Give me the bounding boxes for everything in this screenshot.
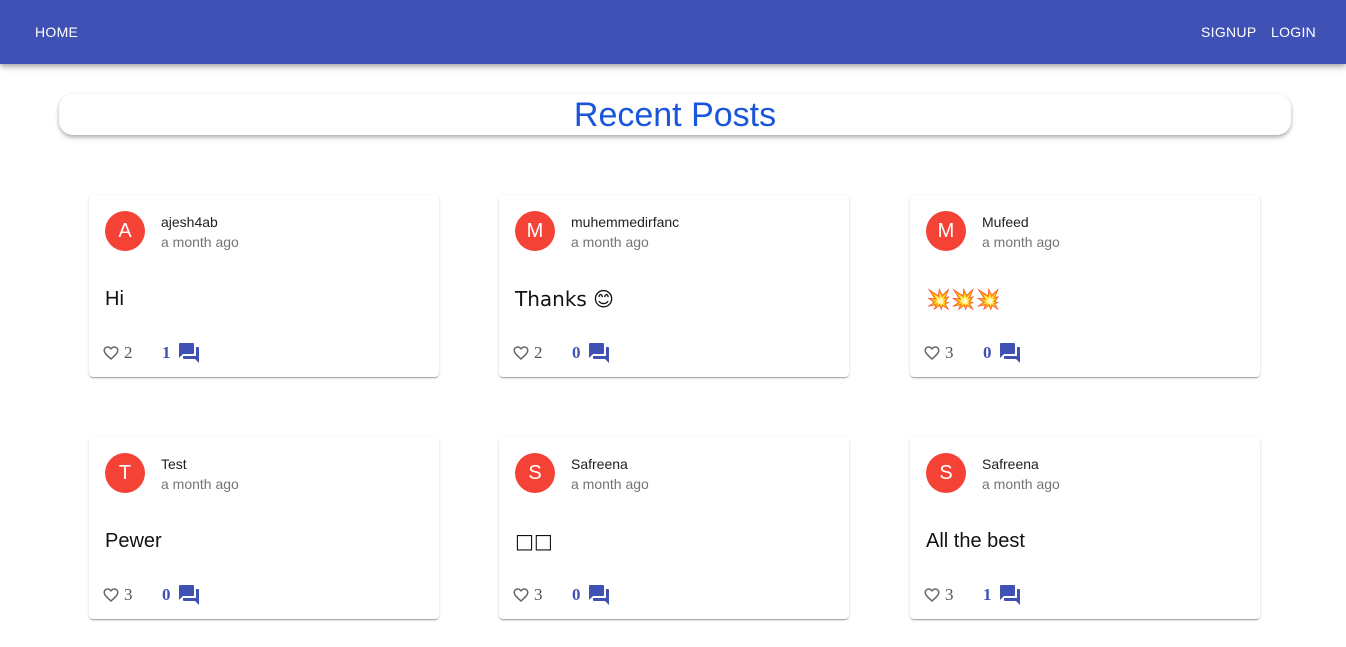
post-content: Pewer <box>105 530 162 552</box>
post-actions: 2 1 <box>89 341 439 365</box>
post-username: muhemmedirfanc <box>571 214 680 230</box>
like-count: 3 <box>945 343 954 362</box>
page-title-box: Recent Posts <box>59 94 1291 135</box>
heart-outline-icon[interactable] <box>511 344 531 362</box>
forum-icon[interactable] <box>998 583 1022 607</box>
forum-icon[interactable] <box>177 583 201 607</box>
post-card: S Safreena a month ago □□ 3 0 <box>499 437 849 619</box>
avatar: T <box>105 453 145 493</box>
comment-count: 1 <box>162 343 171 362</box>
post-card: M muhemmedirfanc a month ago Thanks 😊 2 … <box>499 195 849 377</box>
comment-count: 0 <box>983 343 992 362</box>
avatar: M <box>515 211 555 251</box>
post-actions: 3 1 <box>910 583 1260 607</box>
app-bar: HOME SIGNUP LOGIN <box>0 0 1346 64</box>
avatar: S <box>515 453 555 493</box>
post-username: Safreena <box>571 456 628 472</box>
like-count: 2 <box>124 343 133 362</box>
post-actions: 3 0 <box>89 583 439 607</box>
post-username: ajesh4ab <box>161 214 218 230</box>
post-username: Test <box>161 456 187 472</box>
post-card: A ajesh4ab a month ago Hi 2 1 <box>89 195 439 377</box>
post-card: M Mufeed a month ago 💥💥💥 3 0 <box>910 195 1260 377</box>
post-time: a month ago <box>161 234 239 250</box>
like-count: 3 <box>534 585 543 604</box>
avatar: A <box>105 211 145 251</box>
post-actions: 2 0 <box>499 341 849 365</box>
like-count: 2 <box>534 343 543 362</box>
comment-count: 0 <box>572 585 581 604</box>
post-username: Safreena <box>982 456 1039 472</box>
heart-outline-icon[interactable] <box>101 344 121 362</box>
heart-outline-icon[interactable] <box>922 344 942 362</box>
like-count: 3 <box>945 585 954 604</box>
heart-outline-icon[interactable] <box>511 586 531 604</box>
post-actions: 3 0 <box>910 341 1260 365</box>
heart-outline-icon[interactable] <box>101 586 121 604</box>
post-time: a month ago <box>571 476 649 492</box>
avatar: S <box>926 453 966 493</box>
forum-icon[interactable] <box>587 583 611 607</box>
comment-count: 1 <box>983 585 992 604</box>
like-count: 3 <box>124 585 133 604</box>
page-title: Recent Posts <box>573 96 777 134</box>
nav-login-button[interactable]: LOGIN <box>1271 22 1316 42</box>
post-actions: 3 0 <box>499 583 849 607</box>
avatar: M <box>926 211 966 251</box>
post-content: Thanks 😊 <box>515 287 615 311</box>
post-username: Mufeed <box>982 214 1029 230</box>
nav-signup-button[interactable]: SIGNUP <box>1201 22 1256 42</box>
post-time: a month ago <box>982 476 1060 492</box>
forum-icon[interactable] <box>998 341 1022 365</box>
heart-outline-icon[interactable] <box>922 586 942 604</box>
post-time: a month ago <box>982 234 1060 250</box>
comment-count: 0 <box>162 585 171 604</box>
post-content: Hi <box>105 288 124 310</box>
post-content: 💥💥💥 <box>926 287 1001 311</box>
post-time: a month ago <box>571 234 649 250</box>
post-card: T Test a month ago Pewer 3 0 <box>89 437 439 619</box>
post-content: All the best <box>926 530 1025 552</box>
nav-home-button[interactable]: HOME <box>35 22 78 42</box>
post-time: a month ago <box>161 476 239 492</box>
comment-count: 0 <box>572 343 581 362</box>
post-card: S Safreena a month ago All the best 3 1 <box>910 437 1260 619</box>
forum-icon[interactable] <box>177 341 201 365</box>
forum-icon[interactable] <box>587 341 611 365</box>
post-content: □□ <box>515 529 553 553</box>
